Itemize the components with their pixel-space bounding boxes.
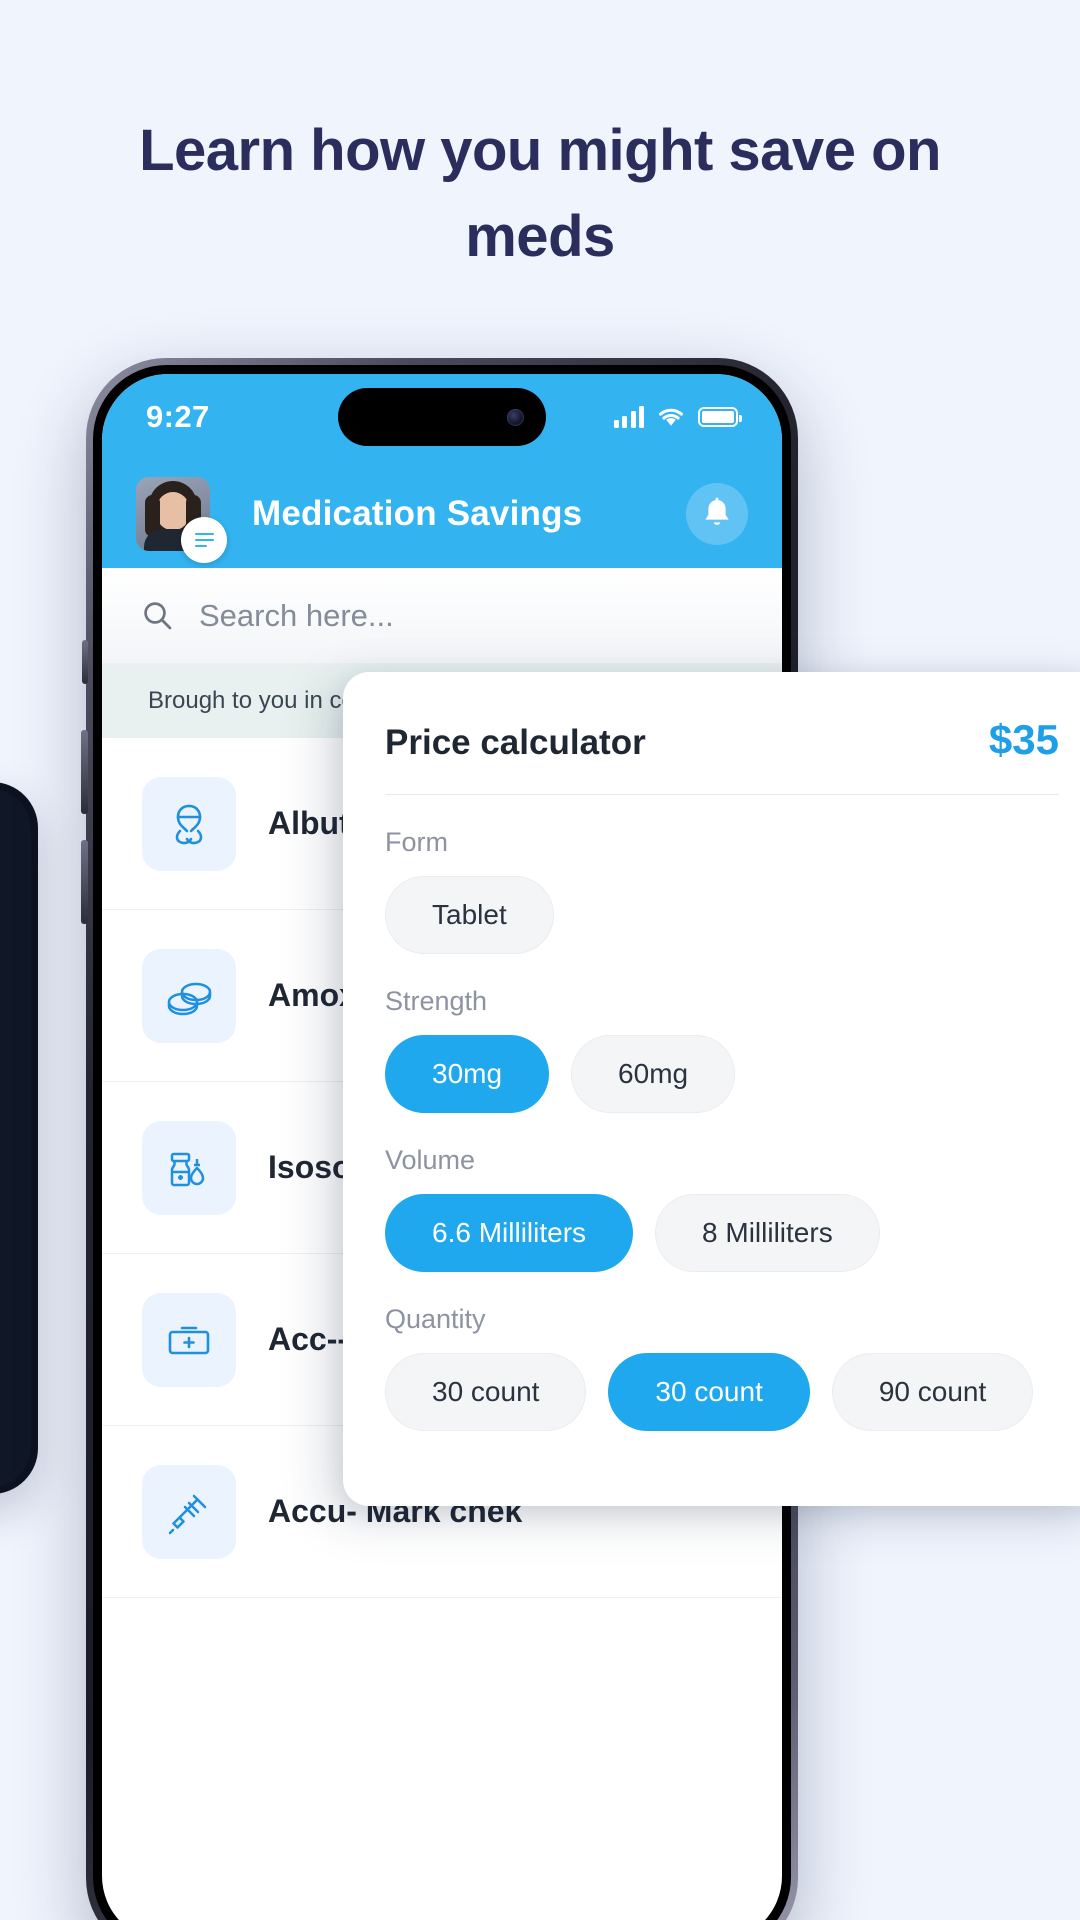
medicine-bottle-dropper-icon <box>142 1120 236 1215</box>
status-bar: 9:27 <box>102 374 782 460</box>
group-label-form: Form <box>385 827 448 857</box>
option-pill-quantity-1[interactable]: 30 count <box>385 1353 587 1431</box>
battery-full-icon <box>698 407 742 427</box>
search-bar[interactable]: Search here... <box>102 568 782 664</box>
mute-switch[interactable] <box>82 640 88 684</box>
option-pill-tablet[interactable]: Tablet <box>385 876 554 954</box>
search-input[interactable]: Search here... <box>199 598 394 634</box>
group-label-volume: Volume <box>385 1145 476 1175</box>
status-clock: 9:27 <box>146 399 210 434</box>
secondary-phone-screen <box>0 789 31 1487</box>
option-pill-60mg[interactable]: 60mg <box>571 1035 736 1113</box>
volume-down-button[interactable] <box>81 840 88 924</box>
option-group-form: Tablet <box>385 876 1059 954</box>
option-pill-quantity-2[interactable]: 30 count <box>608 1353 810 1431</box>
app-title: Medication Savings <box>252 494 583 533</box>
option-group-strength: 30mg 60mg <box>385 1035 1059 1113</box>
hamburger-menu-icon[interactable] <box>181 517 227 563</box>
price-value: $35 <box>988 716 1059 763</box>
tablet-pills-icon <box>142 948 236 1043</box>
option-pill-quantity-3[interactable]: 90 count <box>831 1353 1034 1431</box>
avatar[interactable] <box>136 477 227 563</box>
capsule-pills-icon <box>142 776 236 871</box>
notification-bell-button[interactable] <box>686 483 748 545</box>
screenshot-root: Learn how you might save on meds 9:27 Me… <box>0 0 1080 1920</box>
syringe-icon <box>142 1464 236 1559</box>
option-pill-30mg[interactable]: 30mg <box>385 1035 550 1113</box>
first-aid-kit-icon <box>142 1292 236 1387</box>
wifi-icon <box>659 408 683 426</box>
option-group-volume: 6.6 Milliliters 8 Milliliters <box>385 1194 1059 1272</box>
notification-bell-icon <box>705 497 729 525</box>
price-calculator-title: Price calculator <box>385 723 646 762</box>
cellular-signal-icon <box>613 406 644 428</box>
status-indicators <box>613 406 742 428</box>
app-header: Medication Savings <box>102 460 782 568</box>
dynamic-island <box>338 388 546 446</box>
price-calculator-sheet: Price calculator $35 Form Tablet Strengt… <box>343 672 1080 1506</box>
page-title: Learn how you might save on meds <box>139 118 941 269</box>
volume-up-button[interactable] <box>81 730 88 814</box>
price-calculator-header: Price calculator $35 <box>385 716 1059 795</box>
group-label-quantity: Quantity <box>385 1304 486 1334</box>
group-label-strength: Strength <box>385 986 488 1016</box>
front-camera-icon <box>507 408 524 426</box>
secondary-phone-decoration <box>0 782 38 1494</box>
search-icon <box>144 602 172 630</box>
option-group-quantity: 30 count 30 count 90 count <box>385 1353 1059 1431</box>
option-pill-8-milliliters[interactable]: 8 Milliliters <box>655 1194 880 1272</box>
option-pill-6-6-milliliters[interactable]: 6.6 Milliliters <box>385 1194 634 1272</box>
